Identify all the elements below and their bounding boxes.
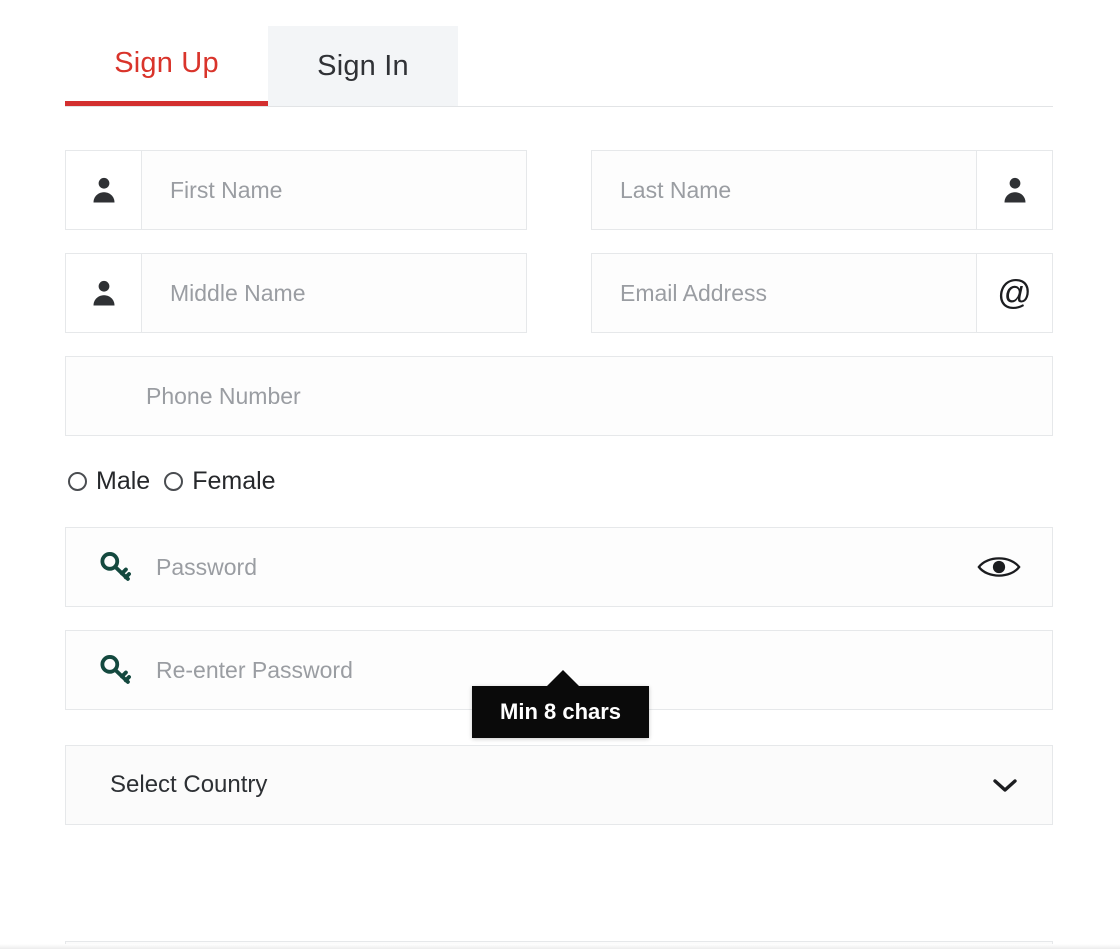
password-tooltip: Min 8 chars xyxy=(472,670,650,738)
person-icon xyxy=(93,177,114,203)
key-icon xyxy=(100,552,131,581)
at-sign-icon: @ xyxy=(997,274,1032,312)
key-icon xyxy=(100,655,131,684)
password-field[interactable] xyxy=(65,527,1053,607)
middle-name-field[interactable] xyxy=(65,253,527,333)
radio-male-label: Male xyxy=(96,466,151,495)
password-input[interactable] xyxy=(138,528,976,606)
first-name-input[interactable] xyxy=(142,151,526,229)
middle-email-row: @ xyxy=(65,253,1053,333)
chevron-down-icon[interactable] xyxy=(992,777,1018,793)
phone-input[interactable] xyxy=(66,357,1052,435)
radio-male-circle-icon[interactable] xyxy=(68,471,87,491)
phone-row xyxy=(65,356,1053,436)
country-select[interactable]: Select Country xyxy=(65,745,1053,825)
email-field[interactable]: @ xyxy=(591,253,1053,333)
name-row xyxy=(65,150,1053,230)
tab-sign-up-label: Sign Up xyxy=(114,47,219,79)
radio-female[interactable]: Female xyxy=(164,466,276,496)
email-input[interactable] xyxy=(592,254,976,332)
middle-name-input[interactable] xyxy=(142,254,526,332)
signup-page: Sign Up Sign In First Name Last Name Mid… xyxy=(0,0,1120,949)
last-name-field[interactable] xyxy=(591,150,1053,230)
person-icon xyxy=(93,280,114,306)
tab-sign-up[interactable]: Sign Up xyxy=(65,26,268,106)
last-name-icon-addon xyxy=(976,151,1052,229)
middle-name-icon-addon xyxy=(66,254,142,332)
tooltip-arrow-icon xyxy=(546,670,580,687)
phone-field[interactable] xyxy=(65,356,1053,436)
tab-sign-in-label: Sign In xyxy=(317,49,409,82)
first-name-icon-addon xyxy=(66,151,142,229)
gender-radio-group: Male Female xyxy=(68,459,1053,503)
radio-male[interactable]: Male xyxy=(68,467,150,496)
password-tooltip-text: Min 8 chars xyxy=(500,699,622,724)
auth-tabbar: Sign Up Sign In xyxy=(65,26,1053,107)
page-bottom-edge xyxy=(0,944,1120,949)
person-icon xyxy=(1004,177,1025,203)
password-row xyxy=(65,527,1053,607)
email-icon-addon: @ xyxy=(976,254,1052,332)
last-name-input[interactable] xyxy=(592,151,976,229)
tab-sign-in[interactable]: Sign In xyxy=(268,26,458,106)
country-select-value: Select Country xyxy=(110,771,268,798)
first-name-field[interactable] xyxy=(65,150,527,230)
radio-female-label: Female xyxy=(192,466,276,495)
radio-female-circle-icon[interactable] xyxy=(164,471,184,491)
eye-icon[interactable] xyxy=(976,553,1022,581)
